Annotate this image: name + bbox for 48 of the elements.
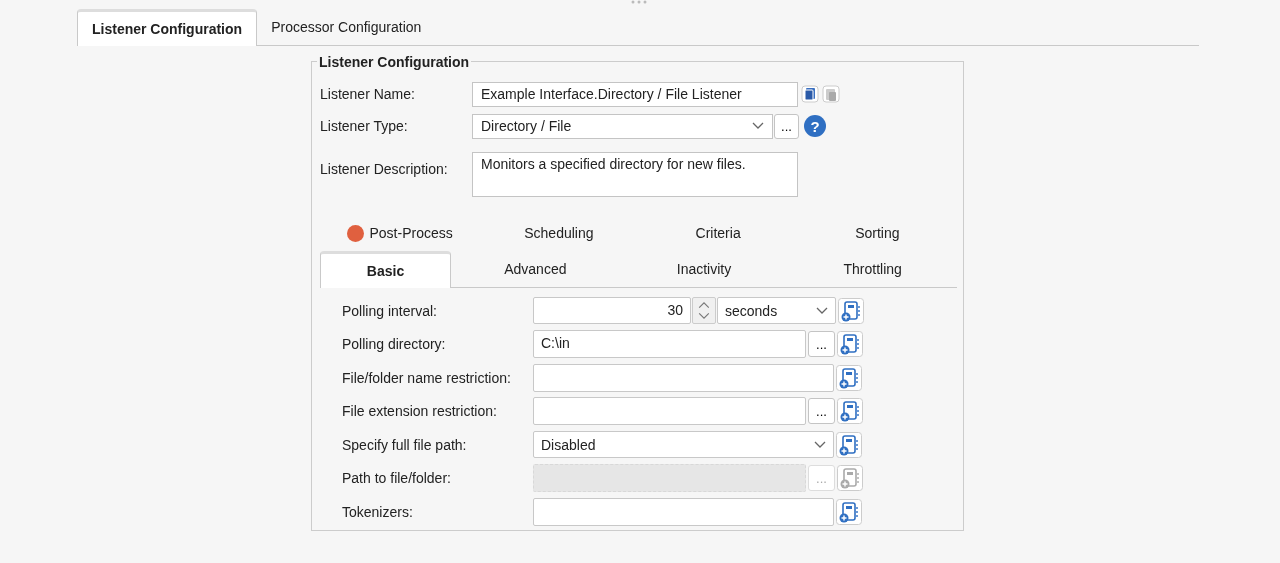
insert-variable-icon[interactable]: [837, 465, 863, 492]
field-label: Listener Name:: [320, 86, 416, 102]
field-label: Polling directory:: [342, 336, 447, 353]
chevron-down-icon: [816, 306, 828, 315]
tab[interactable]: Throttling: [788, 251, 957, 287]
tab[interactable]: Listener Configuration: [77, 9, 258, 46]
group-title: Listener Configuration: [317, 54, 472, 70]
input-field[interactable]: [533, 497, 834, 526]
tab[interactable]: Processor Configuration: [257, 9, 436, 45]
tab[interactable]: Sorting: [797, 215, 957, 251]
insert-variable-icon[interactable]: [836, 364, 862, 391]
chevron-down-icon: [814, 440, 826, 449]
insert-variable-icon[interactable]: [836, 498, 862, 525]
tab[interactable]: Scheduling: [479, 215, 639, 251]
insert-variable-icon[interactable]: [838, 297, 864, 324]
field-label: Specify full file path:: [342, 436, 468, 453]
tab[interactable]: Advanced: [451, 251, 620, 287]
field-label: Polling interval:: [342, 302, 438, 319]
tab[interactable]: Inactivity: [619, 251, 789, 287]
drag-handle-icon[interactable]: [631, 0, 647, 4]
number-field[interactable]: 30: [533, 297, 691, 325]
chevron-down-icon: [752, 122, 764, 130]
field-label: File/folder name restriction:: [342, 369, 512, 386]
field-label: Listener Description:: [320, 160, 449, 177]
type-dropdown[interactable]: Directory / File: [472, 113, 773, 139]
input-field[interactable]: [533, 397, 806, 426]
description-field[interactable]: Monitors a specified directory for new files.: [472, 152, 798, 197]
field-label: File extension restriction:: [342, 403, 498, 420]
browse-button[interactable]: ...: [774, 113, 799, 139]
browse-button[interactable]: ...: [808, 331, 835, 358]
browse-button[interactable]: ...: [808, 398, 835, 425]
field-label: Listener Type:: [320, 118, 409, 134]
tab[interactable]: Basic: [320, 251, 451, 288]
input-field[interactable]: C:\in: [533, 330, 806, 359]
insert-variable-icon[interactable]: [837, 398, 863, 425]
insert-variable-icon[interactable]: [837, 331, 863, 358]
field-label: Tokenizers:: [342, 503, 414, 520]
help-button[interactable]: ?: [804, 115, 826, 137]
copy-icon[interactable]: [801, 85, 819, 103]
dropdown[interactable]: Disabled: [533, 431, 834, 459]
name-field[interactable]: Example Interface.Directory / File Listener: [472, 81, 798, 107]
tab[interactable]: Criteria: [638, 215, 798, 251]
input-field[interactable]: [533, 363, 834, 392]
unit-dropdown[interactable]: seconds: [717, 297, 836, 325]
spinner-icon[interactable]: [692, 297, 716, 325]
tab[interactable]: Post-Process: [320, 215, 480, 251]
insert-variable-icon[interactable]: [836, 431, 862, 458]
field-label: Path to file/folder:: [342, 470, 452, 487]
